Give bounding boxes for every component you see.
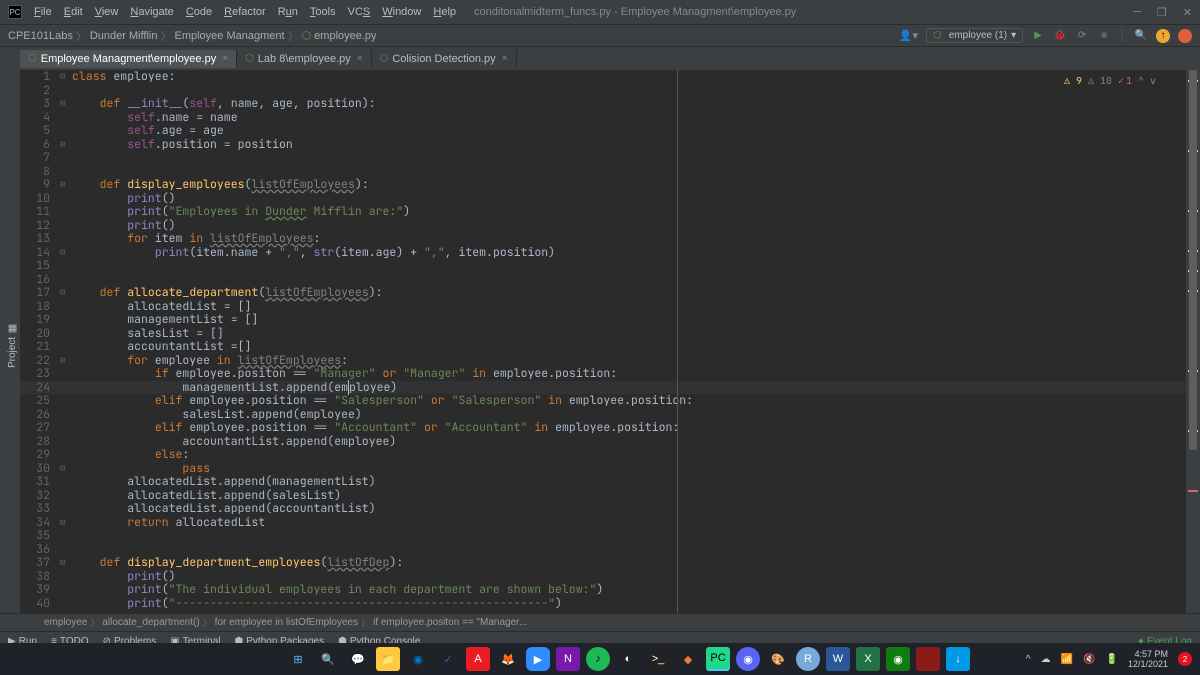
battery-icon[interactable]: 🔋 — [1106, 654, 1118, 665]
user-icon[interactable]: 👤▾ — [899, 29, 918, 42]
code-editor[interactable]: ⚠ 9 ⚠ 10 ✓ 1 ^ v 1⊟class employee: 2 3⊟ … — [20, 70, 1186, 613]
python-file-icon: ⬡ — [933, 30, 942, 41]
crumb-item[interactable]: employee — [44, 617, 87, 628]
close-tab-icon[interactable]: × — [502, 53, 508, 64]
tab-collision[interactable]: ⬡ Colision Detection.py × — [372, 50, 517, 68]
xbox-icon[interactable]: ◉ — [886, 647, 910, 671]
discord-icon[interactable]: ◉ — [736, 647, 760, 671]
paint-icon[interactable]: 🎨 — [766, 647, 790, 671]
blender-icon[interactable]: ◆ — [676, 647, 700, 671]
excel-icon[interactable]: X — [856, 647, 880, 671]
close-tab-icon[interactable]: × — [357, 53, 363, 64]
navbar: CPE101Labs 〉 Dunder Mifflin 〉 Employee M… — [0, 24, 1200, 46]
inspection-widget[interactable]: ⚠ 9 ⚠ 10 ✓ 1 ^ v — [1064, 74, 1156, 88]
ide-update-icon[interactable]: ↑ — [1156, 29, 1170, 43]
python-file-icon: ⬡ — [28, 53, 37, 64]
tab-employee[interactable]: ⬡ Employee Managment\employee.py × — [20, 50, 237, 68]
run-coverage-button[interactable]: ⟳ — [1075, 29, 1089, 43]
editor-tabs: ⬡ Employee Managment\employee.py × ⬡ Lab… — [0, 46, 1200, 70]
breadcrumb-item[interactable]: Dunder Mifflin — [90, 30, 158, 42]
menu-help[interactable]: Help — [427, 6, 462, 18]
debug-button[interactable]: 🐞 — [1053, 29, 1067, 43]
project-tab[interactable]: Project ▦ — [5, 78, 20, 613]
tray-chevron[interactable]: ^ — [1026, 654, 1031, 665]
tab-lab8[interactable]: ⬡ Lab 8\employee.py × — [237, 50, 372, 68]
breadcrumb-item[interactable]: Employee Managment — [175, 30, 285, 42]
todo-icon[interactable]: ✓ — [436, 647, 460, 671]
menu-edit[interactable]: Edit — [58, 6, 89, 18]
explorer-icon[interactable]: 📁 — [376, 647, 400, 671]
search-icon[interactable]: 🔍 — [1134, 29, 1148, 43]
python-file-icon: ⬡ — [302, 29, 312, 42]
editor-breadcrumbs: employee 〉 allocate_department() 〉 for e… — [0, 613, 1200, 631]
menu-navigate[interactable]: Navigate — [124, 6, 179, 18]
menu-tools[interactable]: Tools — [304, 6, 342, 18]
rstudio-icon[interactable]: R — [796, 647, 820, 671]
run-button[interactable]: ▶ — [1031, 29, 1045, 43]
menu-refactor[interactable]: Refactor — [218, 6, 272, 18]
pycharm-icon[interactable]: PC — [706, 647, 730, 671]
word-icon[interactable]: W — [826, 647, 850, 671]
windows-search[interactable]: 🔍 — [316, 647, 340, 671]
menu-file[interactable]: File — [28, 6, 58, 18]
firefox-icon[interactable]: 🦊 — [496, 647, 520, 671]
spotify-icon[interactable]: ♪ — [586, 647, 610, 671]
window-title: conditonalmidterm_funcs.py - Employee Ma… — [474, 6, 796, 18]
start-button[interactable]: ⊞ — [286, 647, 310, 671]
app-icon: PC — [8, 5, 22, 19]
close-button[interactable]: ✕ — [1183, 6, 1192, 19]
zoom-icon[interactable]: ▶ — [526, 647, 550, 671]
windows-taskbar: ⊞ 🔍 💬 📁 ◉ ✓ A 🦊 ▶ N ♪ ◐ >_ ◆ PC ◉ 🎨 R W … — [0, 643, 1200, 675]
breadcrumb-root[interactable]: CPE101Labs — [8, 30, 73, 42]
crumb-item[interactable]: if employee.positon == "Manager... — [373, 617, 527, 628]
app-icon-blue[interactable]: ↓ — [946, 647, 970, 671]
clock[interactable]: 4:57 PM 12/1/2021 — [1128, 649, 1168, 669]
python-file-icon: ⬡ — [380, 53, 389, 64]
wifi-icon[interactable]: 📶 — [1061, 654, 1073, 665]
acrobat-icon[interactable]: A — [466, 647, 490, 671]
menu-code[interactable]: Code — [180, 6, 218, 18]
menu-run[interactable]: Run — [272, 6, 304, 18]
teams-icon[interactable]: 💬 — [346, 647, 370, 671]
app-icon-red[interactable] — [916, 647, 940, 671]
volume-icon[interactable]: 🔇 — [1083, 654, 1095, 665]
menu-view[interactable]: View — [89, 6, 125, 18]
crumb-item[interactable]: for employee in listOfEmployees — [215, 617, 358, 628]
steam-icon[interactable]: ◐ — [616, 647, 640, 671]
crumb-item[interactable]: allocate_department() — [102, 617, 199, 628]
notifications-badge[interactable]: 2 — [1178, 652, 1192, 666]
titlebar: PC File Edit View Navigate Code Refactor… — [0, 0, 1200, 24]
python-file-icon: ⬡ — [245, 53, 254, 64]
minimize-button[interactable]: ─ — [1133, 6, 1141, 19]
run-config-selector[interactable]: ⬡ employee (1) ▾ — [926, 28, 1023, 43]
onedrive-icon[interactable]: ☁ — [1041, 654, 1051, 665]
edge-icon[interactable]: ◉ — [406, 647, 430, 671]
settings-icon[interactable] — [1178, 29, 1192, 43]
terminal-icon[interactable]: >_ — [646, 647, 670, 671]
breadcrumb-file[interactable]: employee.py — [314, 30, 376, 42]
close-tab-icon[interactable]: × — [222, 53, 228, 64]
left-toolwindow-bar: Project ▦ Structure ⧈ Favorites ★ — [0, 70, 20, 613]
menu-vcs[interactable]: VCS — [342, 6, 377, 18]
onenote-icon[interactable]: N — [556, 647, 580, 671]
editor-scrollbar[interactable] — [1186, 70, 1200, 613]
menu-window[interactable]: Window — [376, 6, 427, 18]
maximize-button[interactable]: ❐ — [1157, 6, 1167, 19]
stop-button[interactable]: ■ — [1097, 29, 1111, 43]
